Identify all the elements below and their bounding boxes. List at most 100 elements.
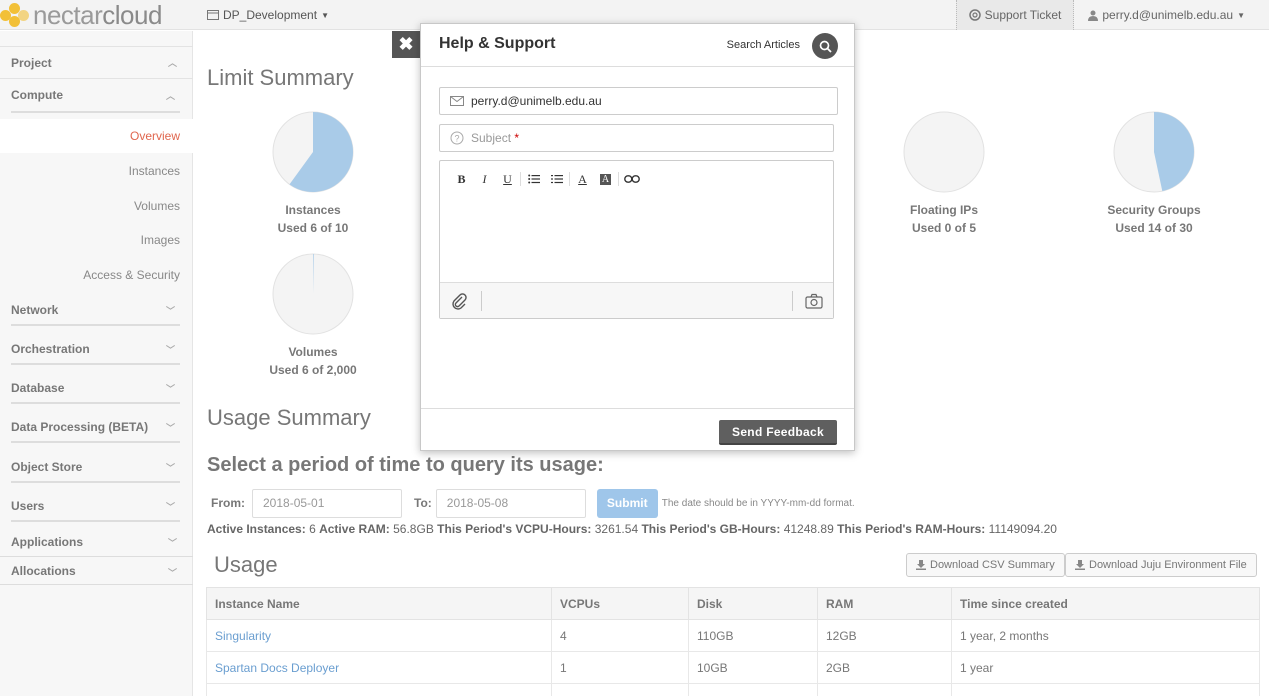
table-row: Singularity 4 110GB 12GB 1 year, 2 month… (206, 619, 1260, 652)
sidebar-section-applications[interactable]: Applications ﹀ (0, 527, 193, 557)
download-csv-button[interactable]: Download CSV Summary (906, 553, 1065, 577)
sidebar-section-compute[interactable]: Compute ︿ (11, 79, 180, 113)
volumes-pie-chart (272, 253, 354, 335)
caret-down-icon: ▼ (321, 10, 329, 20)
project-icon (207, 10, 219, 20)
column-header[interactable]: Disk (688, 587, 818, 620)
security-groups-pie-chart (1113, 111, 1195, 193)
limit-label: Floating IPs (909, 203, 978, 217)
caret-down-icon: ▼ (1237, 10, 1245, 20)
table-cell (206, 683, 552, 696)
table-header-row: Instance Name VCPUs Disk RAM Time since … (206, 587, 1260, 620)
table-cell: 1 year, 2 months (951, 619, 1260, 652)
pie-used-slice (1154, 112, 1194, 192)
logo-text: nectarcloud (33, 0, 162, 30)
sidebar-section-orchestration[interactable]: Orchestration ﹀ (11, 335, 180, 365)
italic-icon[interactable]: I (473, 170, 496, 188)
stat-value: 41248.89 (783, 522, 834, 536)
sidebar-item-label: Access & Security (83, 268, 180, 282)
underline-icon[interactable]: U (496, 170, 519, 188)
table-cell (817, 683, 952, 696)
subject-field[interactable]: ? Subject * (439, 124, 834, 152)
lifebuoy-icon (968, 9, 981, 21)
instance-link[interactable]: Singularity (215, 629, 271, 643)
table-cell: Singularity (206, 619, 552, 652)
date-format-hint: The date should be in YYYY-mm-dd format. (661, 497, 855, 509)
from-label: From: (211, 496, 245, 510)
search-articles-button[interactable] (812, 33, 838, 59)
sidebar-section-label: Database (11, 381, 65, 395)
limit-label: Instances (285, 203, 341, 217)
limit-used: Used 6 of 10 (277, 221, 349, 235)
sidebar-section-label: Applications (11, 534, 84, 549)
search-icon (819, 40, 832, 53)
close-modal-button[interactable]: ✖ (392, 31, 420, 58)
sidebar-section-label: Network (11, 303, 59, 317)
limit-label: Security Groups (1107, 203, 1201, 217)
table-cell (551, 683, 689, 696)
user-menu[interactable]: perry.d@unimelb.edu.au ▼ (1074, 0, 1269, 30)
modal-footer: Send Feedback (421, 408, 854, 450)
sidebar-item-overview[interactable]: Overview (0, 119, 193, 153)
numbered-list-icon[interactable] (545, 170, 568, 188)
table-cell: 110GB (688, 619, 818, 652)
limit-summary-heading: Limit Summary (207, 65, 354, 90)
search-articles-label[interactable]: Search Articles (727, 39, 800, 51)
paperclip-icon[interactable] (450, 292, 468, 310)
sidebar-section-project[interactable]: Project ︿ (0, 47, 193, 79)
nectar-logo[interactable]: nectarcloud (0, 0, 162, 30)
submit-button[interactable]: Submit (596, 488, 658, 518)
text-color-icon[interactable]: A (571, 170, 594, 188)
sidebar-item-images[interactable]: Images (0, 223, 193, 257)
column-header[interactable]: VCPUs (551, 587, 689, 620)
sidebar-section-network[interactable]: Network ﹀ (11, 296, 180, 326)
limit-used: Used 0 of 5 (911, 221, 977, 235)
stat-label: Active Instances: (207, 522, 306, 536)
sidebar-section-database[interactable]: Database ﹀ (11, 374, 180, 404)
send-feedback-button[interactable]: Send Feedback (719, 420, 837, 445)
email-field[interactable]: perry.d@unimelb.edu.au (439, 87, 838, 115)
close-icon: ✖ (398, 34, 414, 54)
sidebar-section-object-store[interactable]: Object Store ﹀ (11, 453, 180, 483)
sidebar-item-volumes[interactable]: Volumes (0, 189, 193, 223)
highlight-icon[interactable]: A (594, 170, 617, 188)
sidebar-section-data-processing[interactable]: Data Processing (BETA) ﹀ (11, 413, 180, 443)
sidebar-section-label: Allocations (11, 563, 76, 578)
sidebar-item-access-security[interactable]: Access & Security (0, 258, 193, 292)
stat-value: 6 (309, 522, 316, 536)
from-date-input[interactable]: 2018-05-01 (252, 488, 402, 518)
link-icon[interactable] (620, 170, 643, 188)
project-dropdown[interactable]: DP_Development ▼ (207, 8, 329, 22)
message-editor[interactable]: B I U A A (439, 160, 834, 319)
chevron-down-icon: ﹀ (165, 502, 175, 512)
limit-label: Volumes (288, 345, 338, 359)
usage-heading: Usage (214, 552, 278, 577)
instance-link[interactable]: Spartan Docs Deployer (215, 661, 339, 675)
chevron-down-icon: ﹀ (165, 345, 175, 355)
instances-pie-chart (272, 111, 354, 193)
stat-value: 56.8GB (393, 522, 434, 536)
sidebar-section-label: Data Processing (BETA) (11, 420, 149, 434)
bold-icon[interactable]: B (450, 170, 473, 188)
sidebar-section-allocations[interactable]: Allocations ﹀ (0, 557, 193, 585)
camera-icon[interactable] (805, 293, 823, 309)
column-header[interactable]: RAM (817, 587, 952, 620)
sidebar-section-users[interactable]: Users ﹀ (11, 492, 180, 522)
column-header[interactable]: Time since created (951, 587, 1260, 620)
support-ticket-button[interactable]: Support Ticket (955, 0, 1075, 30)
modal-header: Help & Support Search Articles (421, 24, 854, 67)
to-date-input[interactable]: 2018-05-08 (435, 488, 586, 518)
table-cell: 2GB (817, 651, 952, 684)
column-header[interactable]: Instance Name (206, 587, 552, 620)
download-icon (1075, 560, 1085, 570)
download-juju-button[interactable]: Download Juju Environment File (1065, 553, 1257, 577)
pie-background (903, 111, 985, 193)
chevron-up-icon: ︿ (165, 91, 175, 101)
sidebar-section-label: Orchestration (11, 342, 90, 356)
limit-volumes: Volumes Used 6 of 2,000 (243, 253, 383, 377)
modal-title: Help & Support (439, 35, 556, 52)
sidebar-item-instances[interactable]: Instances (0, 154, 193, 188)
subject-placeholder: Subject * (471, 131, 520, 145)
bullet-list-icon[interactable] (522, 170, 545, 188)
usage-table: Instance Name VCPUs Disk RAM Time since … (206, 587, 1260, 696)
